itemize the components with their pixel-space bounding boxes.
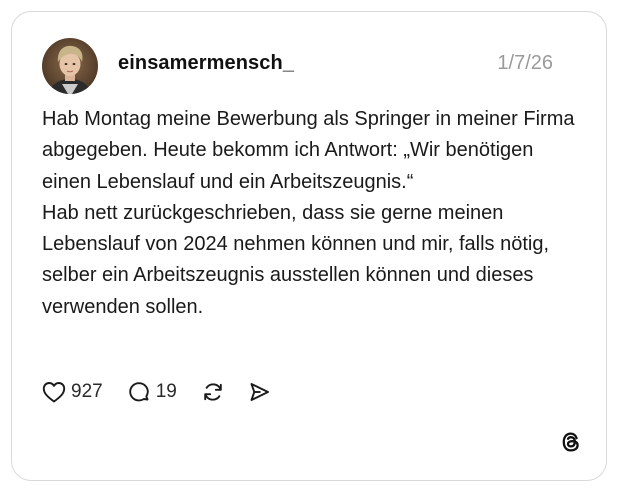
repost-button[interactable] bbox=[201, 380, 225, 404]
like-button[interactable]: 927 bbox=[42, 381, 103, 403]
post-body: Hab Montag meine Bewerbung als Springer … bbox=[42, 104, 582, 323]
post-card: einsamermensch_ 1/7/26 Hab Montag meine … bbox=[11, 11, 607, 481]
reply-button[interactable]: 19 bbox=[127, 380, 177, 404]
reply-count: 19 bbox=[155, 381, 177, 402]
username[interactable]: einsamermensch_ bbox=[118, 52, 294, 75]
repost-icon bbox=[201, 380, 225, 404]
post-paragraph: Hab nett zurückgeschrieben, dass sie ger… bbox=[42, 201, 550, 318]
post-date: 1/7/26 bbox=[497, 52, 553, 74]
heart-icon bbox=[42, 381, 66, 403]
share-button[interactable] bbox=[247, 380, 271, 404]
avatar[interactable] bbox=[42, 38, 98, 94]
action-bar: 927 19 bbox=[42, 378, 271, 406]
post-paragraph: Hab Montag meine Bewerbung als Springer … bbox=[42, 108, 575, 193]
threads-logo-icon bbox=[559, 430, 583, 454]
send-icon bbox=[247, 380, 271, 404]
avatar-image bbox=[42, 38, 98, 94]
like-count: 927 bbox=[71, 381, 103, 402]
comment-icon bbox=[127, 380, 151, 404]
